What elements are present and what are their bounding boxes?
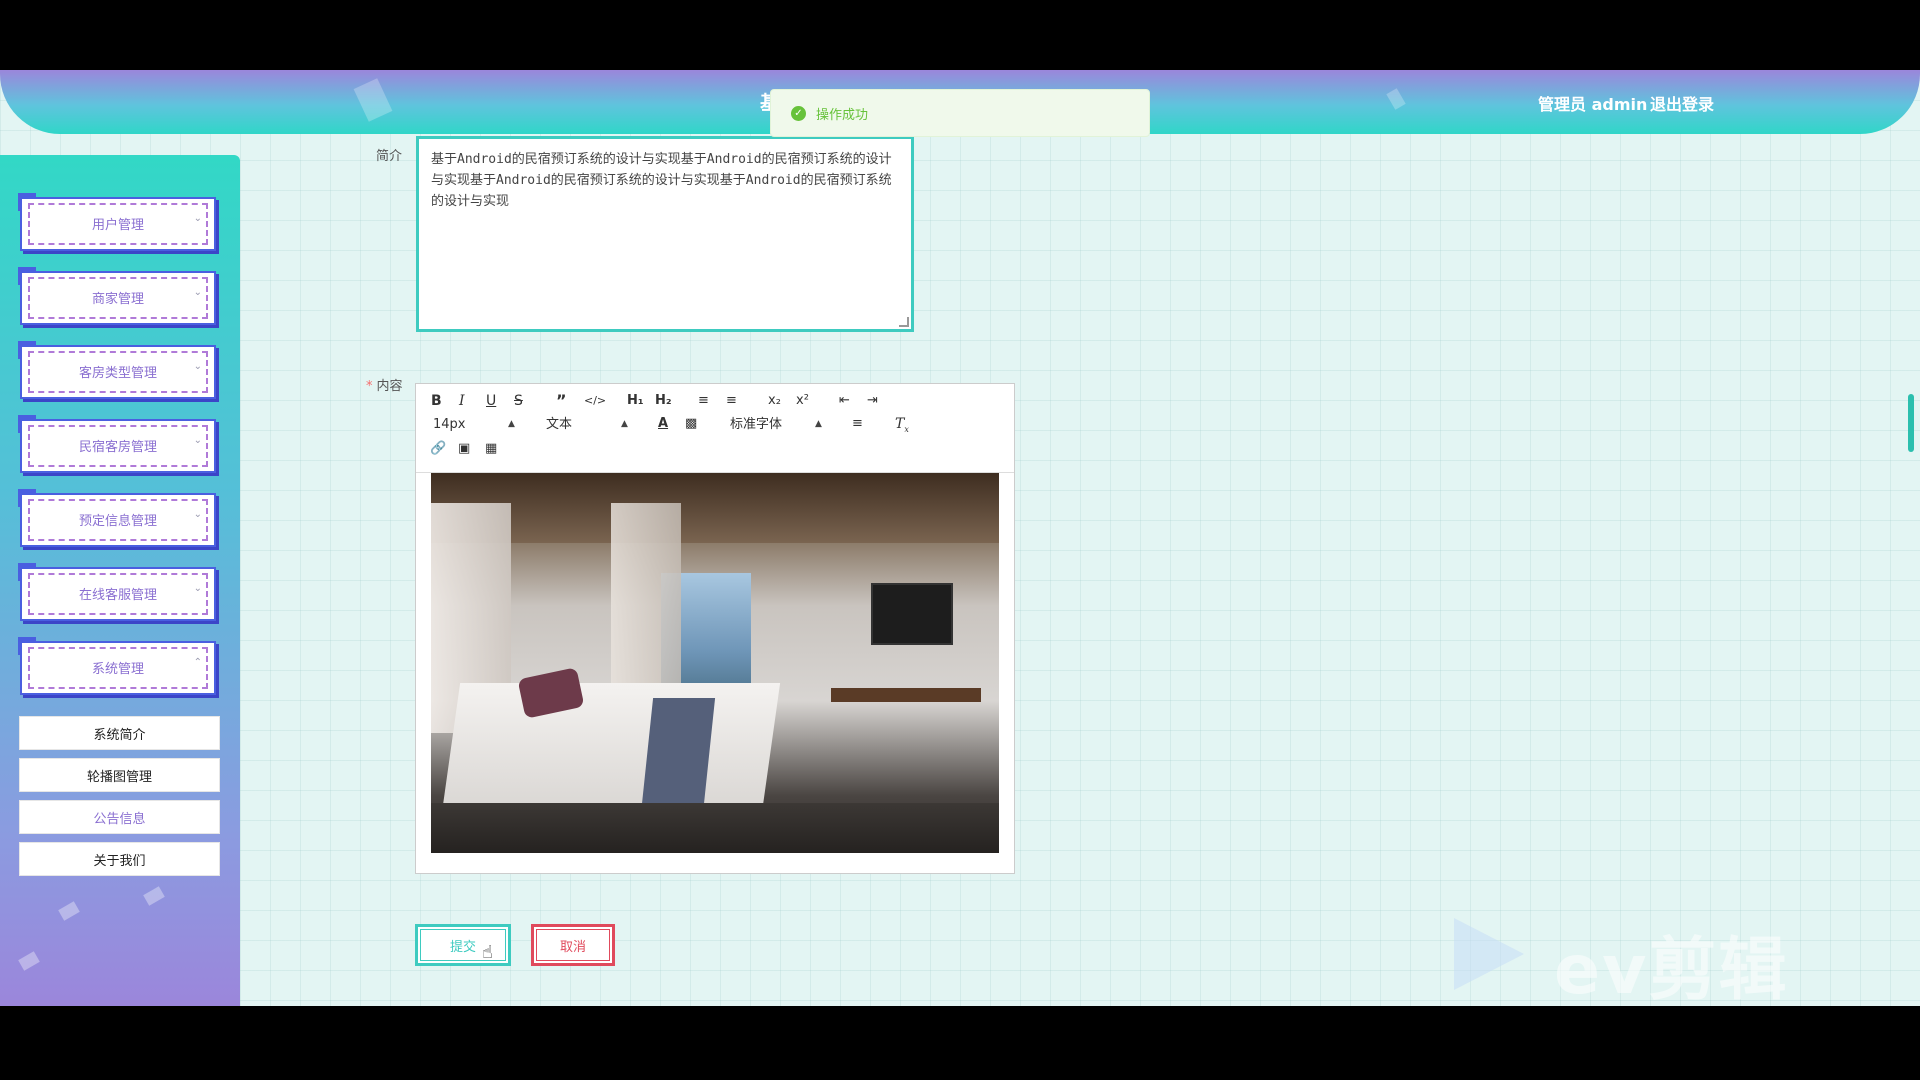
sidebar-decoration <box>143 886 165 906</box>
header-decoration <box>1386 88 1406 110</box>
bold-icon[interactable]: B <box>431 391 442 411</box>
sidebar: 用户管理 ⌄ 商家管理 ⌄ 客房类型管理 ⌄ 民宿客房管理 ⌄ 预定信息管理 ⌄… <box>0 155 240 1006</box>
submit-button[interactable]: 提交 <box>415 924 511 966</box>
submenu-item-announcements[interactable]: 公告信息 <box>19 800 220 834</box>
chevron-down-icon: ⌄ <box>193 509 202 520</box>
image-icon[interactable]: ▣ <box>458 439 470 459</box>
sidebar-item-label: 在线客服管理 <box>78 587 157 603</box>
intro-text: 基于Android的民宿预订系统的设计与实现基于Android的民宿预订系统的设… <box>431 152 892 209</box>
h1-icon[interactable]: H₁ <box>627 391 644 411</box>
sidebar-item-label: 用户管理 <box>91 217 144 233</box>
submenu-item-carousel-management[interactable]: 轮播图管理 <box>19 758 220 792</box>
intro-label: 简介 <box>376 149 403 164</box>
hand-cursor-icon: ☝ <box>482 942 493 963</box>
sidebar-item-homestay-room-management[interactable]: 民宿客房管理 ⌄ <box>18 415 216 475</box>
chevron-down-icon: ⌄ <box>193 435 202 446</box>
editor-toolbar: B I U S ” </> H₁ H₂ ≡ ≡ x₂ x² ⇤ ⇥ 14px ▲… <box>416 384 1014 473</box>
chevron-down-icon: ⌄ <box>193 361 202 372</box>
logout-link[interactable]: 退出登录 <box>1650 91 1714 115</box>
code-block-icon[interactable]: </> <box>584 391 606 411</box>
sidebar-item-label: 预定信息管理 <box>78 513 157 529</box>
sidebar-item-system-management[interactable]: 系统管理 ⌃ <box>18 637 216 697</box>
ordered-list-icon[interactable]: ≡ <box>698 391 709 411</box>
sidebar-item-label: 客房类型管理 <box>78 365 157 381</box>
background-color-icon[interactable]: ▩ <box>685 414 697 434</box>
subscript-icon[interactable]: x₂ <box>768 391 781 411</box>
sidebar-item-booking-management[interactable]: 预定信息管理 ⌄ <box>18 489 216 549</box>
cancel-button[interactable]: 取消 <box>531 924 615 966</box>
select-arrow-icon: ▲ <box>815 419 822 429</box>
sidebar-decoration <box>58 901 80 921</box>
h2-icon[interactable]: H₂ <box>655 391 672 411</box>
success-toast: ✓ 操作成功 <box>770 89 1150 137</box>
strikethrough-icon[interactable]: S <box>514 391 523 411</box>
italic-icon[interactable]: I <box>459 391 465 411</box>
room-photo-image[interactable] <box>431 473 999 853</box>
superscript-icon[interactable]: x² <box>796 391 809 411</box>
app-viewport: 基 管理员 admin 退出登录 ✓ 操作成功 用户管理 ⌄ 商家管理 ⌄ 客房… <box>0 70 1920 1006</box>
ev-watermark: ev剪辑 <box>1454 908 1814 1006</box>
header-decoration <box>353 78 393 122</box>
play-logo-icon <box>1454 918 1524 990</box>
sidebar-item-label: 商家管理 <box>91 291 144 307</box>
align-icon[interactable]: ≡ <box>852 414 863 434</box>
font-size-select[interactable]: 14px <box>433 415 466 435</box>
chevron-down-icon: ⌄ <box>193 583 202 594</box>
sidebar-item-room-type-management[interactable]: 客房类型管理 ⌄ <box>18 341 216 401</box>
scrollbar-thumb[interactable] <box>1908 394 1914 452</box>
sidebar-decoration <box>18 951 40 971</box>
content-label: * 内容 <box>366 379 403 394</box>
clear-format-icon[interactable]: Tx <box>895 414 909 434</box>
video-icon[interactable]: ▦ <box>485 439 497 459</box>
bullet-list-icon[interactable]: ≡ <box>726 391 737 411</box>
submenu-item-system-intro[interactable]: 系统简介 <box>19 716 220 750</box>
indent-icon[interactable]: ⇥ <box>867 391 878 411</box>
select-arrow-icon: ▲ <box>621 419 628 429</box>
blockquote-icon[interactable]: ” <box>556 391 567 411</box>
submenu-item-about-us[interactable]: 关于我们 <box>19 842 220 876</box>
font-color-icon[interactable]: A <box>658 414 668 434</box>
rich-text-editor: B I U S ” </> H₁ H₂ ≡ ≡ x₂ x² ⇤ ⇥ 14px ▲… <box>415 383 1015 874</box>
header-select[interactable]: 文本 <box>546 415 572 435</box>
sidebar-item-label: 系统管理 <box>91 661 144 677</box>
chevron-up-icon: ⌃ <box>193 657 202 668</box>
watermark-text: ev剪辑 <box>1554 931 1789 1006</box>
intro-textarea[interactable]: 基于Android的民宿预订系统的设计与实现基于Android的民宿预订系统的设… <box>416 136 914 332</box>
user-label: 管理员 admin <box>1538 95 1648 114</box>
font-family-select[interactable]: 标准字体 <box>730 415 782 435</box>
sidebar-item-merchant-management[interactable]: 商家管理 ⌄ <box>18 267 216 327</box>
check-circle-icon: ✓ <box>791 105 806 121</box>
underline-icon[interactable]: U <box>486 391 496 411</box>
sidebar-item-customer-service-management[interactable]: 在线客服管理 ⌄ <box>18 563 216 623</box>
toast-message: 操作成功 <box>816 107 869 123</box>
chevron-down-icon: ⌄ <box>193 287 202 298</box>
sidebar-item-label: 民宿客房管理 <box>78 439 157 455</box>
outdent-icon[interactable]: ⇤ <box>839 391 850 411</box>
resize-handle-icon[interactable] <box>899 317 909 327</box>
link-icon[interactable]: 🔗 <box>430 439 446 459</box>
sidebar-item-user-management[interactable]: 用户管理 ⌄ <box>18 193 216 253</box>
chevron-down-icon: ⌄ <box>193 213 202 224</box>
select-arrow-icon: ▲ <box>508 419 515 429</box>
